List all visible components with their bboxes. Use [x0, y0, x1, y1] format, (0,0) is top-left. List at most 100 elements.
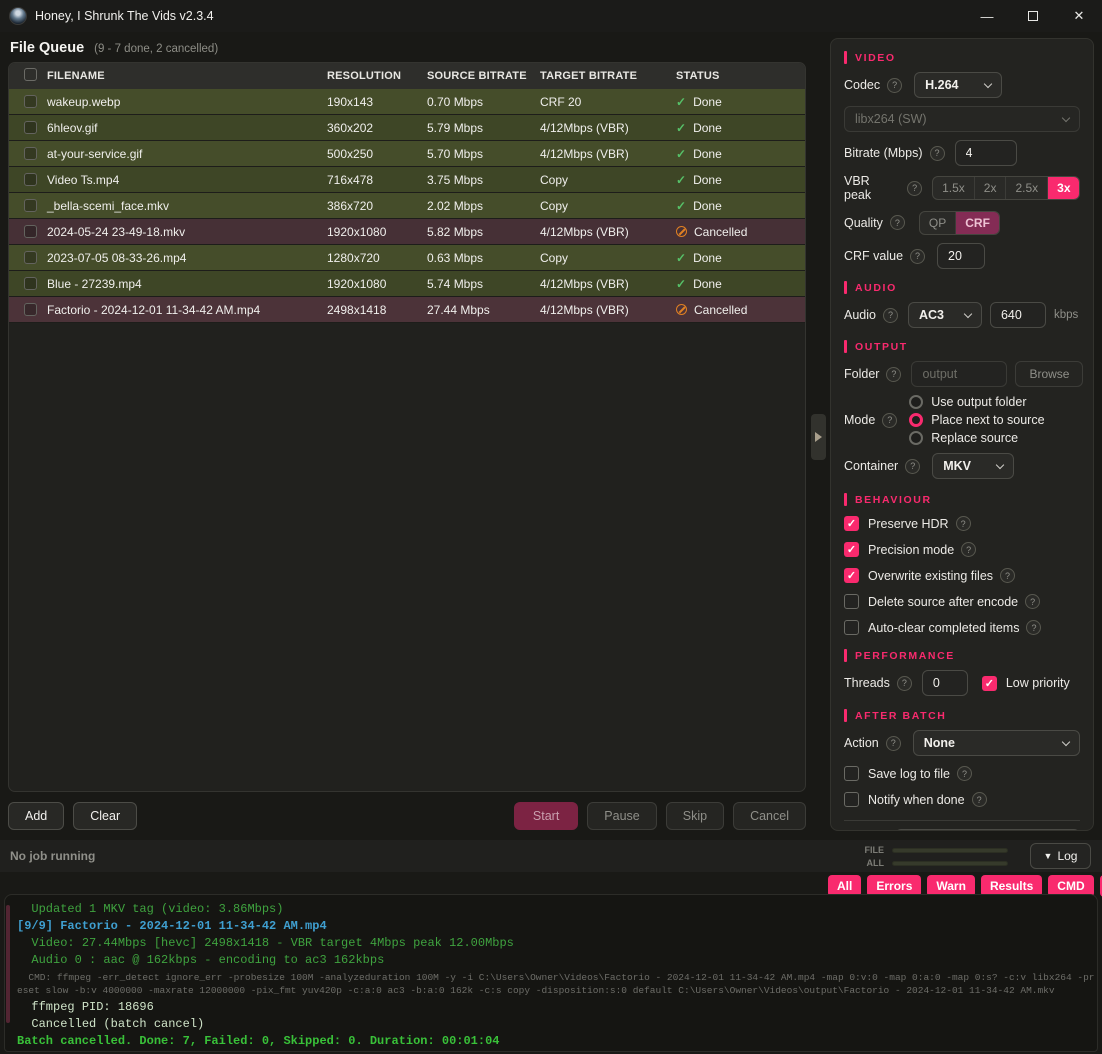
behaviour-checkbox-precision-mode[interactable]: ✓ [844, 542, 859, 557]
theme-select[interactable]: Monokai [895, 829, 1080, 831]
radio-use-output-folder[interactable] [909, 395, 923, 409]
codec-select[interactable]: H.264 [914, 72, 1002, 98]
chevron-down-icon [984, 79, 992, 87]
cancel-button[interactable]: Cancel [733, 802, 806, 830]
minimize-button[interactable]: — [964, 0, 1010, 32]
log-toggle-button[interactable]: ▼ Log [1030, 843, 1091, 869]
cell-status: ✓Done [668, 251, 805, 265]
column-header-filename[interactable]: FILENAME [39, 70, 319, 82]
pause-button[interactable]: Pause [587, 802, 656, 830]
action-label: Action [844, 736, 879, 750]
quality-option-crf[interactable]: CRF [956, 212, 999, 234]
behaviour-checkbox-delete-source-after-encode[interactable] [844, 594, 859, 609]
row-checkbox[interactable] [24, 199, 37, 212]
start-button[interactable]: Start [514, 802, 578, 830]
crf-input[interactable] [937, 243, 985, 269]
container-select[interactable]: MKV [932, 453, 1014, 479]
queue-subtitle: (9 - 7 done, 2 cancelled) [94, 43, 218, 55]
table-row[interactable]: 2023-07-05 08-33-26.mp41280x7200.63 Mbps… [9, 245, 805, 271]
table-row[interactable]: Factorio - 2024-12-01 11-34-42 AM.mp4249… [9, 297, 805, 323]
audio-bitrate-input[interactable] [990, 302, 1046, 328]
table-row[interactable]: wakeup.webp190x1430.70 MbpsCRF 20✓Done [9, 89, 805, 115]
behaviour-checkbox-auto-clear-completed-items[interactable] [844, 620, 859, 635]
threads-help-icon[interactable]: ? [897, 676, 912, 691]
vbr-peak-help-icon[interactable]: ? [907, 181, 922, 196]
help-icon[interactable]: ? [1000, 568, 1015, 583]
log-output[interactable]: Updated 1 MKV tag (video: 3.86Mbps)[9/9]… [4, 894, 1098, 1052]
column-header-source-bitrate[interactable]: SOURCE BITRATE [419, 70, 532, 82]
mode-row: Mode ? Use output folderPlace next to so… [844, 395, 1080, 445]
row-checkbox[interactable] [24, 303, 37, 316]
help-icon[interactable]: ? [961, 542, 976, 557]
add-button[interactable]: Add [8, 802, 64, 830]
quality-row: Quality ? QPCRF [844, 210, 1080, 235]
help-icon[interactable]: ? [956, 516, 971, 531]
table-row[interactable]: 2024-05-24 23-49-18.mkv1920x10805.82 Mbp… [9, 219, 805, 245]
after-batch-action-select[interactable]: None [913, 730, 1080, 756]
column-header-status[interactable]: STATUS [668, 70, 805, 82]
maximize-button[interactable] [1010, 0, 1056, 32]
row-checkbox[interactable] [24, 225, 37, 238]
cell-resolution: 1920x1080 [319, 225, 419, 239]
browse-button[interactable]: Browse [1015, 361, 1083, 387]
row-checkbox[interactable] [24, 95, 37, 108]
log-scrollbar[interactable] [6, 905, 10, 1023]
help-icon[interactable]: ? [957, 766, 972, 781]
behaviour-row: ✓Preserve HDR? [844, 515, 1080, 532]
vbr-option-2.5x[interactable]: 2.5x [1006, 177, 1048, 199]
column-header-target-bitrate[interactable]: TARGET BITRATE [532, 70, 668, 82]
action-help-icon[interactable]: ? [886, 736, 901, 751]
row-checkbox[interactable] [24, 121, 37, 134]
encoder-select[interactable]: libx264 (SW) [844, 106, 1080, 132]
radio-replace-source[interactable] [909, 431, 923, 445]
after-batch-checkbox-save-log-to-file[interactable] [844, 766, 859, 781]
select-all-checkbox[interactable] [24, 68, 37, 81]
container-help-icon[interactable]: ? [905, 459, 920, 474]
panel-collapse-handle[interactable] [811, 414, 826, 460]
column-header-resolution[interactable]: RESOLUTION [319, 70, 419, 82]
quality-help-icon[interactable]: ? [890, 215, 905, 230]
table-row[interactable]: Blue - 27239.mp41920x10805.74 Mbps4/12Mb… [9, 271, 805, 297]
row-checkbox[interactable] [24, 173, 37, 186]
cell-status: Cancelled [668, 303, 805, 317]
after-batch-label: Save log to file [868, 767, 950, 781]
table-row[interactable]: 6hleov.gif360x2025.79 Mbps4/12Mbps (VBR)… [9, 115, 805, 141]
close-button[interactable]: ✕ [1056, 0, 1102, 32]
section-bar [844, 340, 847, 353]
behaviour-checkbox-preserve-hdr[interactable]: ✓ [844, 516, 859, 531]
table-header-row: FILENAME RESOLUTION SOURCE BITRATE TARGE… [9, 63, 805, 89]
after-batch-checkbox-notify-when-done[interactable] [844, 792, 859, 807]
clear-button[interactable]: Clear [73, 802, 137, 830]
vbr-option-2x[interactable]: 2x [975, 177, 1007, 199]
vbr-option-3x[interactable]: 3x [1048, 177, 1079, 199]
codec-help-icon[interactable]: ? [887, 78, 902, 93]
folder-help-icon[interactable]: ? [886, 367, 901, 382]
audio-row: Audio ? AC3 kbps [844, 302, 1080, 328]
quality-option-qp[interactable]: QP [920, 212, 956, 234]
section-video-label: VIDEO [855, 52, 896, 64]
table-row[interactable]: at-your-service.gif500x2505.70 Mbps4/12M… [9, 141, 805, 167]
file-progress-bar [892, 848, 1008, 853]
bitrate-help-icon[interactable]: ? [930, 146, 945, 161]
bitrate-input[interactable] [955, 140, 1017, 166]
mode-help-icon[interactable]: ? [882, 413, 897, 428]
help-icon[interactable]: ? [972, 792, 987, 807]
row-checkbox[interactable] [24, 277, 37, 290]
help-icon[interactable]: ? [1026, 620, 1041, 635]
audio-help-icon[interactable]: ? [883, 308, 898, 323]
log-button-label: Log [1057, 849, 1077, 863]
behaviour-checkbox-overwrite-existing-files[interactable]: ✓ [844, 568, 859, 583]
folder-input[interactable] [911, 361, 1007, 387]
threads-input[interactable] [922, 670, 968, 696]
radio-place-next-to-source[interactable] [909, 413, 923, 427]
row-checkbox[interactable] [24, 251, 37, 264]
vbr-option-1.5x[interactable]: 1.5x [933, 177, 975, 199]
crf-help-icon[interactable]: ? [910, 249, 925, 264]
help-icon[interactable]: ? [1025, 594, 1040, 609]
audio-codec-select[interactable]: AC3 [908, 302, 982, 328]
table-row[interactable]: _bella-scemi_face.mkv386x7202.02 MbpsCop… [9, 193, 805, 219]
skip-button[interactable]: Skip [666, 802, 724, 830]
row-checkbox[interactable] [24, 147, 37, 160]
table-row[interactable]: Video Ts.mp4716x4783.75 MbpsCopy✓Done [9, 167, 805, 193]
low-priority-checkbox[interactable]: ✓ [982, 676, 997, 691]
